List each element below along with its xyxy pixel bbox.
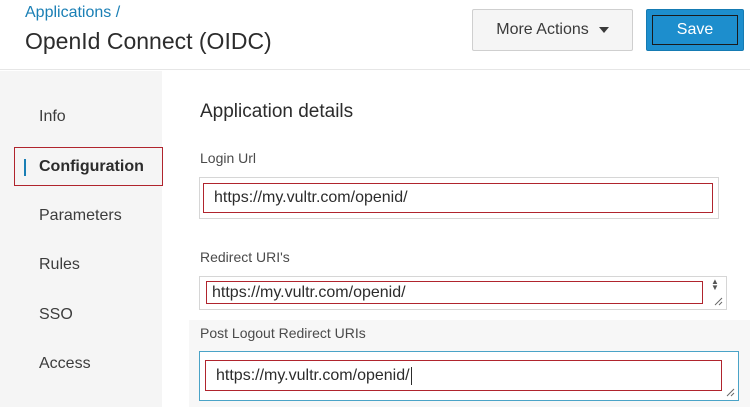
spinner-arrows-icon[interactable]: ▲ ▼: [708, 278, 722, 292]
redirect-uris-textarea[interactable]: https://my.vultr.com/openid/ ▲ ▼: [199, 276, 727, 310]
login-url-label: Login Url: [200, 150, 257, 166]
post-logout-value: https://my.vultr.com/openid/: [205, 360, 722, 391]
active-indicator: [24, 159, 26, 176]
post-logout-text: https://my.vultr.com/openid/: [216, 366, 410, 384]
caret-down-icon: [598, 27, 609, 33]
page-title: OpenId Connect (OIDC): [25, 28, 272, 54]
sidebar-item-access[interactable]: Access: [39, 355, 91, 373]
save-button[interactable]: Save: [646, 9, 744, 51]
resize-handle-icon[interactable]: [713, 296, 723, 306]
sidebar-item-parameters[interactable]: Parameters: [39, 207, 122, 225]
redirect-uris-label: Redirect URI's: [200, 249, 290, 265]
post-logout-textarea[interactable]: https://my.vultr.com/openid/: [199, 351, 739, 401]
header: Applications / OpenId Connect (OIDC) Mor…: [0, 0, 750, 70]
more-actions-label: More Actions: [496, 21, 589, 38]
redirect-uris-value: https://my.vultr.com/openid/: [206, 281, 703, 304]
section-title: Application details: [200, 101, 354, 122]
sidebar-item-rules[interactable]: Rules: [39, 256, 80, 274]
sidebar-item-configuration[interactable]: Configuration: [14, 147, 163, 186]
text-cursor: [410, 366, 412, 385]
sidebar-item-sso[interactable]: SSO: [39, 306, 73, 324]
sidebar-item-label: Configuration: [39, 158, 144, 175]
sidebar-item-info[interactable]: Info: [39, 108, 66, 126]
breadcrumb[interactable]: Applications /: [25, 4, 120, 22]
login-url-value: https://my.vultr.com/openid/: [203, 183, 713, 213]
resize-handle-icon[interactable]: [725, 387, 735, 397]
post-logout-label: Post Logout Redirect URIs: [200, 325, 366, 341]
login-url-input[interactable]: https://my.vultr.com/openid/: [199, 177, 719, 219]
more-actions-button[interactable]: More Actions: [472, 9, 633, 51]
save-label: Save: [652, 15, 738, 45]
